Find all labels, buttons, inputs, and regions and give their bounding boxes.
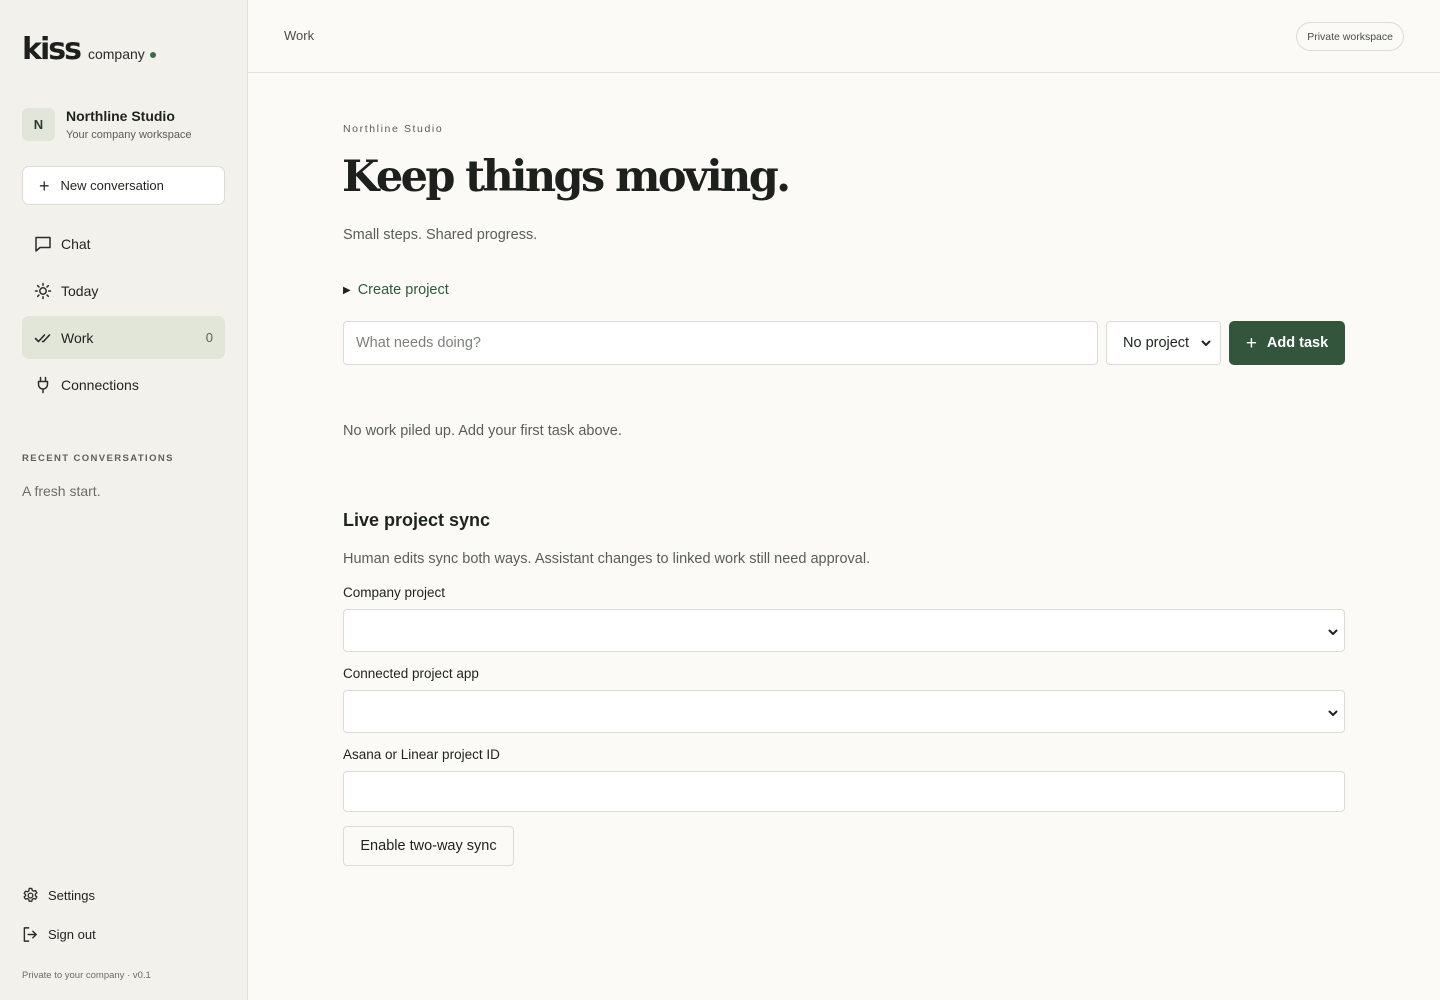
recent-conversations-heading: RECENT CONVERSATIONS bbox=[22, 453, 174, 464]
sidebar-item-work[interactable]: Work 0 bbox=[22, 316, 225, 359]
chat-bubble-icon bbox=[34, 235, 52, 253]
plug-icon bbox=[34, 376, 52, 394]
settings-label: Settings bbox=[48, 888, 95, 903]
sidebar-item-chat[interactable]: Chat bbox=[22, 222, 225, 265]
add-task-label: Add task bbox=[1266, 335, 1329, 351]
sidebar-item-label: Chat bbox=[61, 235, 91, 252]
work-count-badge: 0 bbox=[205, 330, 213, 345]
sync-section-description: Human edits sync both ways. Assistant ch… bbox=[343, 551, 871, 567]
task-input[interactable] bbox=[343, 321, 1098, 365]
sign-out-button[interactable]: Sign out bbox=[22, 926, 96, 943]
sidebar-item-label: Work bbox=[61, 329, 94, 346]
double-check-icon bbox=[34, 329, 52, 347]
new-conversation-button[interactable]: + New conversation bbox=[22, 166, 225, 205]
sidebar: kiss company N Northline Studio Your com… bbox=[0, 0, 248, 1000]
add-task-button[interactable]: + Add task bbox=[1229, 321, 1345, 365]
create-project-label: Create project bbox=[357, 282, 449, 298]
chevron-down-icon bbox=[1327, 706, 1339, 724]
breadcrumb: Work bbox=[284, 28, 315, 43]
sidebar-item-connections[interactable]: Connections bbox=[22, 363, 225, 406]
workspace-switcher[interactable]: N Northline Studio Your company workspac… bbox=[22, 108, 192, 141]
footer-note: Private to your company · v0.1 bbox=[22, 970, 151, 981]
project-select-value: No project bbox=[1123, 335, 1190, 351]
chevron-down-icon bbox=[1327, 625, 1339, 643]
enable-sync-button[interactable]: Enable two-way sync bbox=[343, 826, 514, 866]
plus-icon: + bbox=[39, 175, 50, 196]
logo-dot-icon bbox=[149, 52, 156, 58]
company-project-select[interactable] bbox=[343, 609, 1345, 652]
new-conversation-label: New conversation bbox=[60, 178, 164, 193]
connected-app-select[interactable] bbox=[343, 690, 1345, 733]
sign-out-icon bbox=[22, 926, 39, 943]
sign-out-label: Sign out bbox=[48, 927, 96, 942]
plus-icon: + bbox=[1245, 332, 1257, 354]
app-logo[interactable]: kiss company bbox=[22, 32, 156, 67]
empty-work-note: No work piled up. Add your first task ab… bbox=[343, 423, 622, 439]
sidebar-item-today[interactable]: Today bbox=[22, 269, 225, 312]
project-id-input[interactable] bbox=[343, 771, 1345, 812]
sidebar-item-label: Connections bbox=[61, 376, 139, 393]
top-bar: Work Private workspace bbox=[248, 0, 1440, 73]
logo-subtitle: company bbox=[87, 46, 145, 62]
project-select[interactable]: No project bbox=[1106, 321, 1221, 365]
disclosure-triangle-icon: ▶ bbox=[343, 284, 351, 296]
sun-icon bbox=[34, 282, 52, 300]
page-subtitle: Small steps. Shared progress. bbox=[343, 227, 538, 243]
company-project-label: Company project bbox=[343, 585, 446, 600]
sidebar-nav: Chat Today Work 0 Connections bbox=[22, 222, 225, 410]
page-title: Keep things moving. bbox=[342, 152, 791, 202]
settings-button[interactable]: Settings bbox=[22, 887, 95, 904]
logo-wordmark: kiss bbox=[22, 32, 82, 67]
workspace-name: Northline Studio bbox=[66, 108, 175, 124]
recent-conversations-empty: A fresh start. bbox=[22, 483, 101, 499]
sidebar-item-label: Today bbox=[61, 282, 99, 299]
workspace-avatar: N bbox=[22, 108, 55, 141]
workspace-eyebrow: Northline Studio bbox=[343, 123, 444, 135]
workspace-subtitle: Your company workspace bbox=[66, 129, 192, 141]
chevron-down-icon bbox=[1200, 337, 1212, 353]
sync-section-title: Live project sync bbox=[343, 510, 491, 530]
project-id-label: Asana or Linear project ID bbox=[343, 747, 500, 762]
connected-app-label: Connected project app bbox=[343, 666, 479, 681]
private-workspace-badge: Private workspace bbox=[1296, 22, 1404, 51]
gear-icon bbox=[22, 887, 39, 904]
create-project-toggle[interactable]: ▶ Create project bbox=[343, 282, 449, 298]
